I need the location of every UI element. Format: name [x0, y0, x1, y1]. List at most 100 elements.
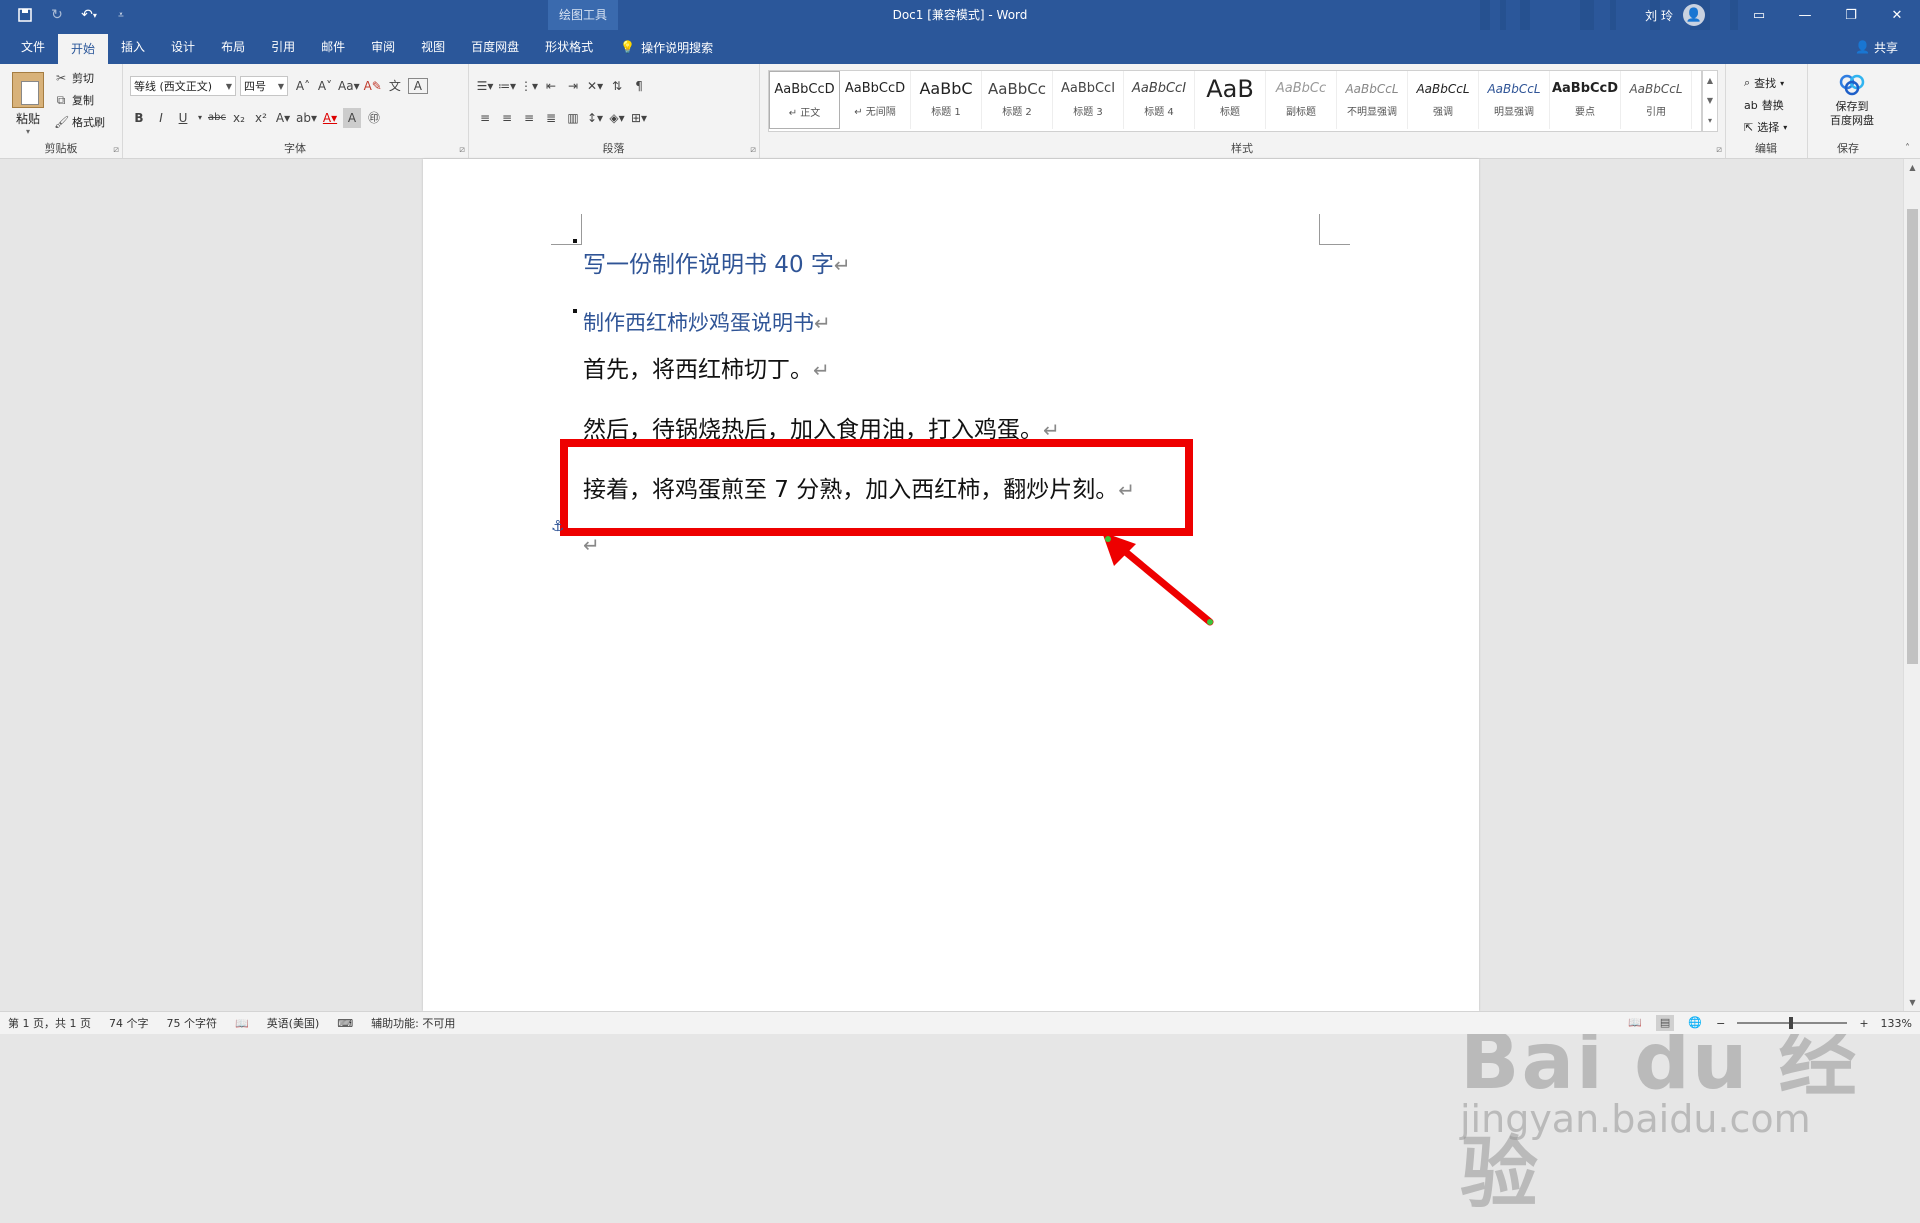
style-subtitle[interactable]: AaBbCc 副标题	[1266, 71, 1337, 129]
avatar[interactable]: 👤	[1683, 4, 1705, 26]
scroll-thumb[interactable]	[1907, 209, 1918, 664]
ribbon-display-options-icon[interactable]: ▭	[1736, 0, 1782, 30]
scroll-up-icon[interactable]: ▲	[1904, 159, 1920, 176]
arrow-shape[interactable]	[1100, 532, 1240, 648]
gallery-more-icon[interactable]: ▾	[1703, 111, 1717, 131]
show-marks-icon[interactable]: ¶	[630, 76, 648, 96]
zoom-out-icon[interactable]: −	[1716, 1017, 1725, 1030]
tab-view[interactable]: 视图	[408, 30, 458, 64]
bullets-icon[interactable]: ☰▾	[476, 76, 494, 96]
language[interactable]: 英语(美国)	[267, 1015, 320, 1031]
font-color-icon[interactable]: A▾	[321, 108, 339, 128]
save-to-baidu-button[interactable]: 保存到 百度网盘	[1822, 72, 1882, 128]
page-count[interactable]: 第 1 页，共 1 页	[8, 1015, 91, 1031]
collapse-ribbon-icon[interactable]: ˄	[1905, 143, 1910, 154]
read-mode-icon[interactable]: 📖	[1626, 1015, 1644, 1031]
zoom-slider[interactable]	[1737, 1017, 1848, 1029]
tab-insert[interactable]: 插入	[108, 30, 158, 64]
tab-shape-format[interactable]: 形状格式	[532, 30, 606, 64]
style-title[interactable]: AaB 标题	[1195, 71, 1266, 129]
web-layout-icon[interactable]: 🌐	[1686, 1015, 1704, 1031]
style-quote[interactable]: AaBbCcL 引用	[1621, 71, 1692, 129]
style-emphasis[interactable]: AaBbCcL 强调	[1408, 71, 1479, 129]
cut-button[interactable]: ✂ 剪切	[54, 70, 94, 86]
align-right-icon[interactable]: ≡	[520, 108, 538, 128]
highlight-icon[interactable]: ab▾	[296, 108, 317, 128]
style-no-spacing[interactable]: AaBbCcD ↵ 无间隔	[840, 71, 911, 129]
sort-icon[interactable]: ⇅	[608, 76, 626, 96]
style-heading-1[interactable]: AaBbC 标题 1	[911, 71, 982, 129]
decrease-indent-icon[interactable]: ⇤	[542, 76, 560, 96]
superscript-icon[interactable]: x²	[252, 108, 270, 128]
tab-design[interactable]: 设计	[158, 30, 208, 64]
zoom-in-icon[interactable]: +	[1859, 1017, 1868, 1030]
replace-button[interactable]: ab 替换	[1744, 94, 1787, 116]
shading-icon[interactable]: ◈▾	[608, 108, 626, 128]
styles-launcher-icon[interactable]: ⧄	[1716, 145, 1722, 155]
align-center-icon[interactable]: ≡	[498, 108, 516, 128]
text-effects-icon[interactable]: A▾	[274, 108, 292, 128]
multilevel-list-icon[interactable]: ⋮▾	[520, 76, 538, 96]
body-paragraph[interactable]: 首先，将西红柿切丁。↵	[583, 350, 830, 384]
copy-button[interactable]: ⧉ 复制	[54, 92, 94, 108]
style-heading-4[interactable]: AaBbCcI 标题 4	[1124, 71, 1195, 129]
style-normal[interactable]: AaBbCcD ↵ 正文	[769, 71, 840, 129]
format-painter-button[interactable]: 🖌 格式刷	[54, 114, 105, 130]
font-launcher-icon[interactable]: ⧄	[459, 145, 465, 155]
print-layout-icon[interactable]: ▤	[1656, 1015, 1675, 1031]
bold-icon[interactable]: B	[130, 108, 148, 128]
word-count[interactable]: 74 个字	[109, 1015, 149, 1031]
scroll-down-icon[interactable]: ▼	[1904, 994, 1920, 1011]
zoom-thumb[interactable]	[1789, 1017, 1794, 1029]
minimize-icon[interactable]: —	[1782, 0, 1828, 30]
tab-layout[interactable]: 布局	[208, 30, 258, 64]
underline-dropdown-icon[interactable]: ▾	[196, 108, 204, 128]
tab-references[interactable]: 引用	[258, 30, 308, 64]
tab-file[interactable]: 文件	[8, 30, 58, 64]
tab-home[interactable]: 开始	[58, 34, 109, 64]
shrink-font-icon[interactable]: A˅	[316, 76, 334, 96]
chinese-layout-icon[interactable]: ✕▾	[586, 76, 604, 96]
char-count[interactable]: 75 个字符	[166, 1015, 217, 1031]
subscript-icon[interactable]: x₂	[230, 108, 248, 128]
borders-icon[interactable]: ⊞▾	[630, 108, 648, 128]
underline-icon[interactable]: U	[174, 108, 192, 128]
paste-button[interactable]: 粘贴 ▾	[8, 72, 48, 136]
character-border-icon[interactable]: A	[407, 78, 428, 94]
style-strong[interactable]: AaBbCcD 要点	[1550, 71, 1621, 129]
distributed-icon[interactable]: ▥	[564, 108, 582, 128]
grow-font-icon[interactable]: A˄	[294, 76, 312, 96]
close-icon[interactable]: ✕	[1874, 0, 1920, 30]
tab-mailings[interactable]: 邮件	[308, 30, 358, 64]
change-case-icon[interactable]: Aa▾	[338, 76, 360, 96]
numbering-icon[interactable]: ≔▾	[498, 76, 516, 96]
select-button[interactable]: ⇱ 选择 ▾	[1744, 116, 1787, 138]
phonetic-guide-icon[interactable]: 文	[386, 76, 404, 96]
rectangle-shape[interactable]	[560, 439, 1193, 536]
vertical-scrollbar[interactable]: ▲ ▼	[1903, 159, 1920, 1011]
increase-indent-icon[interactable]: ⇥	[564, 76, 582, 96]
tab-review[interactable]: 审阅	[358, 30, 408, 64]
font-name-select[interactable]: 等线 (西文正文) ▼	[130, 76, 236, 96]
justify-icon[interactable]: ≣	[542, 108, 560, 128]
restore-icon[interactable]: ❐	[1828, 0, 1874, 30]
font-size-select[interactable]: 四号 ▼	[240, 76, 288, 96]
gallery-up-icon[interactable]: ▲	[1703, 71, 1717, 91]
italic-icon[interactable]: I	[152, 108, 170, 128]
line-spacing-icon[interactable]: ↕▾	[586, 108, 604, 128]
document-page[interactable]: 写一份制作说明书 40 字↵ 制作西红柿炒鸡蛋说明书↵ 首先，将西红柿切丁。↵ …	[423, 159, 1479, 1011]
clipboard-launcher-icon[interactable]: ⧄	[113, 145, 119, 155]
proofing-icon[interactable]: 📖	[235, 1017, 249, 1030]
zoom-level[interactable]: 133%	[1881, 1017, 1912, 1030]
style-heading-3[interactable]: AaBbCcI 标题 3	[1053, 71, 1124, 129]
share-button[interactable]: 👤 共享	[1855, 30, 1898, 64]
enclose-characters-icon[interactable]: ㊞	[365, 108, 383, 128]
input-mode-icon[interactable]: ⌨	[337, 1017, 353, 1030]
accessibility[interactable]: 辅助功能: 不可用	[371, 1015, 455, 1031]
style-intense-emphasis[interactable]: AaBbCcL 明显强调	[1479, 71, 1550, 129]
clear-formatting-icon[interactable]: A✎	[364, 76, 382, 96]
align-left-icon[interactable]: ≡	[476, 108, 494, 128]
character-shading-icon[interactable]: A	[343, 108, 361, 128]
user-name[interactable]: 刘 玲	[1645, 7, 1673, 24]
strikethrough-icon[interactable]: abc	[208, 108, 226, 128]
